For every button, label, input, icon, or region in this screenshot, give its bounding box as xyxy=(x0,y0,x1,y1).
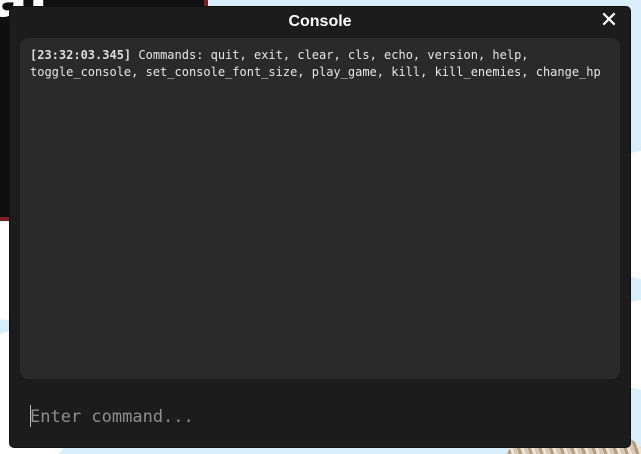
console-titlebar[interactable]: Console ✕ xyxy=(10,7,630,37)
log-timestamp: [23:32:03.345] xyxy=(30,48,132,62)
console-log[interactable]: [23:32:03.345] Commands: quit, exit, cle… xyxy=(20,38,620,379)
command-input[interactable] xyxy=(20,399,620,435)
log-entry: [23:32:03.345] Commands: quit, exit, cle… xyxy=(30,47,610,81)
console-title: Console xyxy=(288,13,352,30)
close-icon[interactable]: ✕ xyxy=(598,9,620,33)
console-window: Console ✕ [23:32:03.345] Commands: quit,… xyxy=(10,7,630,447)
text-caret xyxy=(30,405,31,427)
